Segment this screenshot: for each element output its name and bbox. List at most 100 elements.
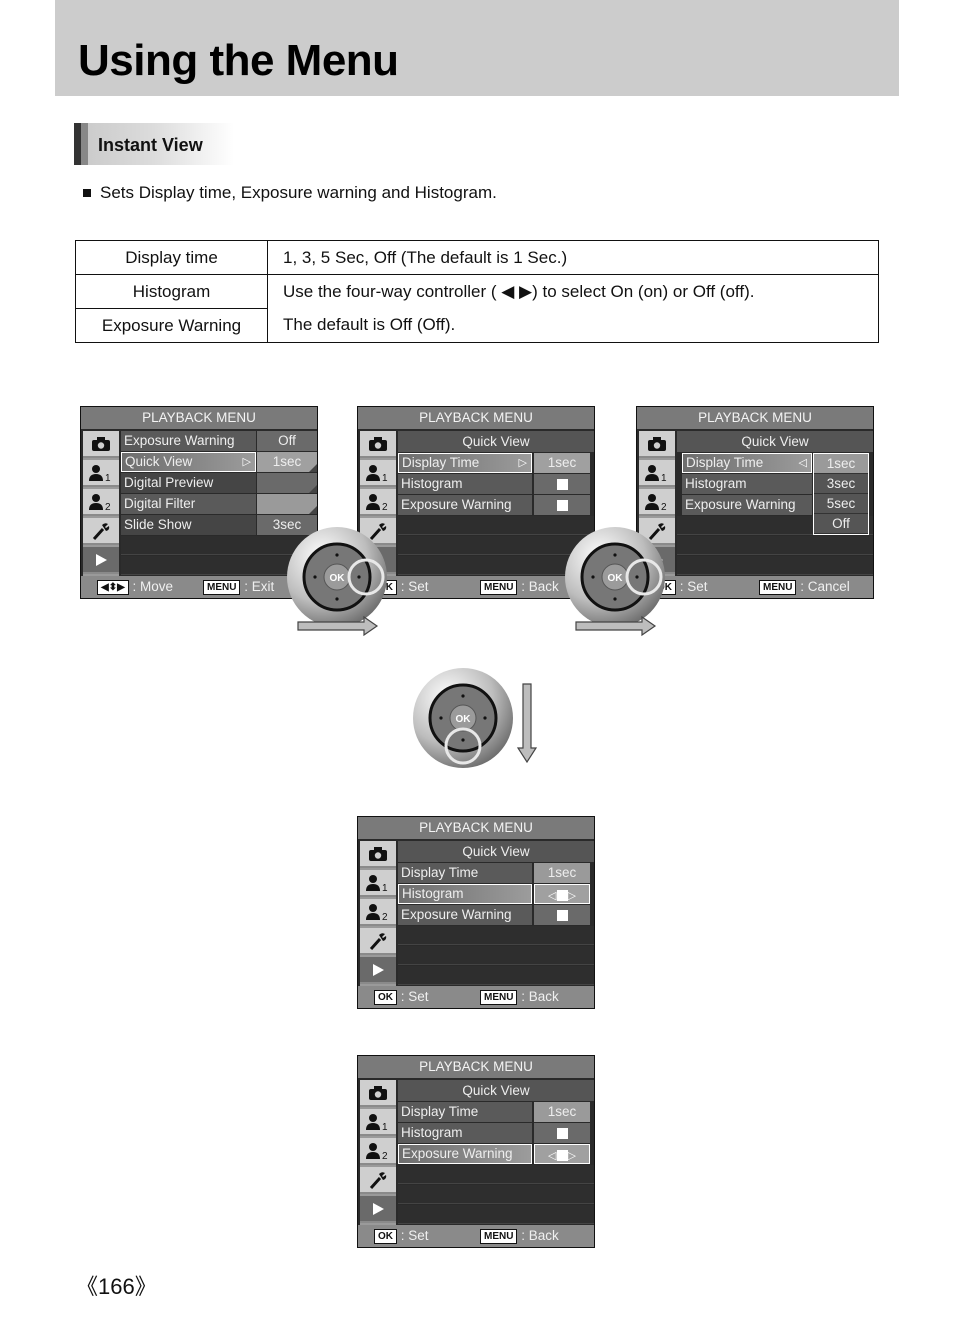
menu-row-digital-preview[interactable]: Digital Preview (121, 473, 317, 493)
sidebar-item-user-1[interactable]: 1 (360, 1109, 396, 1136)
sidebar-item-camera[interactable] (639, 431, 675, 458)
option-off[interactable]: Off (814, 514, 868, 534)
table-row: Exposure Warning The default is Off (Off… (75, 308, 879, 343)
sidebar-item-camera[interactable] (83, 431, 119, 458)
left-arrow-icon[interactable]: ◁ (548, 1150, 556, 1162)
sidebar-item-user-2[interactable]: 2 (639, 489, 675, 516)
four-way-controller-right-1: OK (287, 527, 387, 637)
sidebar-item-user-1[interactable]: 1 (83, 460, 119, 487)
sidebar-item-playback[interactable] (83, 547, 119, 574)
right-arrow-icon[interactable]: ▷ (568, 890, 576, 902)
sidebar-item-user-1[interactable]: 1 (360, 870, 396, 897)
submenu-indicator-icon (309, 485, 317, 493)
row-value (257, 494, 317, 514)
play-icon (373, 963, 384, 976)
option-1sec[interactable]: 1sec (814, 454, 868, 474)
menu-rows: Quick View Display Time 1sec Histogram E… (398, 1080, 594, 1225)
four-way-controller-down: OK (413, 668, 538, 768)
down-arrow-icon (516, 683, 538, 764)
row-label: Display Time ▷ (398, 453, 532, 473)
left-arrow-icon: ◁ (798, 457, 807, 469)
right-arrow-icon: ▷ (242, 456, 251, 468)
menu-row-display-time[interactable]: Display Time 1sec (398, 863, 594, 883)
camera-icon (648, 436, 666, 451)
menu-row-exposure-warning[interactable]: Exposure Warning (398, 495, 594, 515)
row-label: Exposure Warning (121, 431, 256, 451)
submenu-indicator-icon (309, 464, 317, 472)
sidebar-item-playback[interactable] (360, 1196, 396, 1223)
sidebar-item-camera[interactable] (360, 841, 396, 868)
sidebar-item-camera[interactable] (360, 431, 396, 458)
screen-title: PLAYBACK MENU (358, 817, 594, 839)
sidebar-item-playback[interactable] (360, 957, 396, 984)
menu-row-display-time[interactable]: Display Time 1sec (398, 1102, 594, 1122)
section-title: Instant View (98, 135, 203, 155)
checkbox-icon[interactable] (556, 1149, 568, 1161)
footer-hint: : Set (400, 989, 429, 1004)
checkbox-icon[interactable] (556, 909, 568, 921)
screen-title: PLAYBACK MENU (358, 407, 594, 429)
sidebar-item-user-1[interactable]: 1 (360, 460, 396, 487)
user-2-icon: 2 (366, 1142, 388, 1160)
four-way-controller-right-2: OK (565, 527, 665, 637)
row-label: Histogram (682, 474, 812, 494)
option-5sec[interactable]: 5sec (814, 494, 868, 514)
submenu-title: Quick View (398, 1080, 594, 1101)
checkbox-icon[interactable] (556, 889, 568, 901)
row-label: Digital Filter (121, 494, 256, 514)
page-number: 《166》 (76, 1274, 157, 1299)
sidebar-item-setup[interactable] (360, 928, 396, 955)
checkbox-icon[interactable] (556, 499, 568, 511)
sidebar-item-user-1[interactable]: 1 (639, 460, 675, 487)
camera-icon (92, 436, 110, 451)
row-value (534, 495, 590, 515)
menu-row-histogram[interactable]: Histogram (398, 474, 594, 494)
user-1-icon: 1 (645, 464, 667, 482)
sidebar-item-user-2[interactable]: 2 (360, 489, 396, 516)
menu-row-histogram[interactable]: Histogram ◁ ▷ (398, 884, 594, 904)
table-label: Histogram (75, 274, 268, 309)
playback-menu-screen-1: PLAYBACK MENU 1 2 Exposure Warning Off Q… (80, 406, 318, 599)
row-label-text: Display Time (402, 455, 480, 470)
menu-row-exposure-warning[interactable]: Exposure Warning (398, 905, 594, 925)
screen-title: PLAYBACK MENU (358, 1056, 594, 1078)
row-label: Display Time (398, 1102, 532, 1122)
row-label: Histogram (398, 884, 532, 904)
menu-row-quick-view[interactable]: Quick View ▷ 1sec (121, 452, 317, 472)
submenu-title: Quick View (398, 841, 594, 862)
wrench-icon (92, 522, 110, 540)
left-arrow-icon[interactable]: ◁ (548, 890, 556, 902)
table-label: Display time (75, 240, 268, 275)
menu-row-exposure-warning[interactable]: Exposure Warning Off (121, 431, 317, 451)
footer-hint: : Cancel (800, 579, 850, 594)
sidebar-item-setup[interactable] (83, 518, 119, 545)
row-label: Digital Preview (121, 473, 256, 493)
sidebar-item-user-2[interactable]: 2 (83, 489, 119, 516)
right-arrow-icon[interactable]: ▷ (568, 1150, 576, 1162)
sidebar-item-setup[interactable] (360, 1167, 396, 1194)
section-tab-bar-light (81, 123, 88, 165)
menu-rows: Quick View Display Time 1sec Histogram ◁… (398, 841, 594, 986)
row-value (257, 473, 317, 493)
ok-label: OK (456, 714, 472, 725)
footer-hint: : Move (132, 579, 174, 594)
row-label: Exposure Warning (398, 1144, 532, 1164)
menu-row-histogram[interactable]: Histogram (398, 1123, 594, 1143)
sidebar-item-user-2[interactable]: 2 (360, 899, 396, 926)
menu-row-exposure-warning[interactable]: Exposure Warning ◁ ▷ (398, 1144, 594, 1164)
menu-row-digital-filter[interactable]: Digital Filter (121, 494, 317, 514)
row-label-text: Quick View (125, 454, 193, 469)
sidebar-item-user-2[interactable]: 2 (360, 1138, 396, 1165)
sidebar-item-camera[interactable] (360, 1080, 396, 1107)
empty-row (677, 556, 873, 575)
display-time-options: 1sec 3sec 5sec Off (813, 453, 869, 535)
page-title: Using the Menu (78, 36, 399, 85)
row-label: Display Time (398, 863, 532, 883)
option-3sec[interactable]: 3sec (814, 474, 868, 494)
menu-row-display-time[interactable]: Display Time ▷ 1sec (398, 453, 594, 473)
user-1-icon: 1 (366, 1113, 388, 1131)
svg-text:2: 2 (382, 1151, 388, 1160)
checkbox-icon[interactable] (556, 1127, 568, 1139)
row-value (534, 905, 590, 925)
checkbox-icon[interactable] (556, 478, 568, 490)
